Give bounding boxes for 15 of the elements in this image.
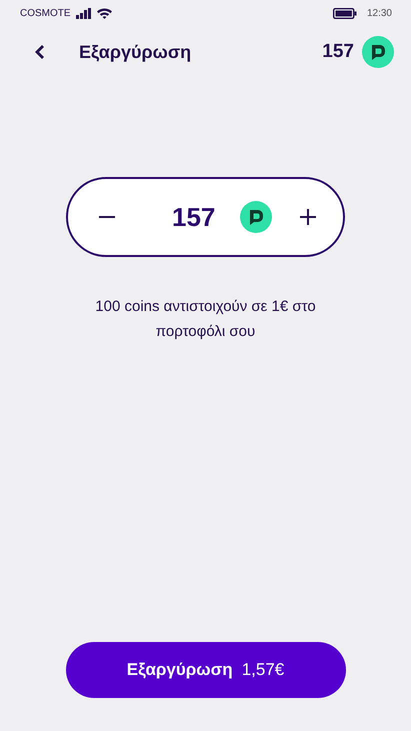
- signal-icon: [76, 8, 92, 18]
- coin-icon: [240, 201, 272, 233]
- carrier-name: COSMOTE: [20, 8, 71, 18]
- page-title: Εξαργύρωση: [79, 42, 192, 62]
- minus-icon: [98, 216, 116, 218]
- coin-balance: 157: [322, 41, 354, 63]
- coin-amount: 157: [172, 202, 216, 232]
- redeem-button[interactable]: Εξαργύρωση 1,57€: [66, 642, 346, 698]
- back-icon: [34, 44, 45, 60]
- battery-icon: [332, 8, 357, 18]
- coin-icon: [362, 36, 394, 68]
- wifi-icon: [96, 8, 112, 18]
- plus-icon: [299, 208, 317, 226]
- clock-time: 12:30: [366, 8, 392, 18]
- conversion-note: 100 coins αντιστοιχούν σε 1€ στο πορτοφόλι σου: [94, 297, 317, 342]
